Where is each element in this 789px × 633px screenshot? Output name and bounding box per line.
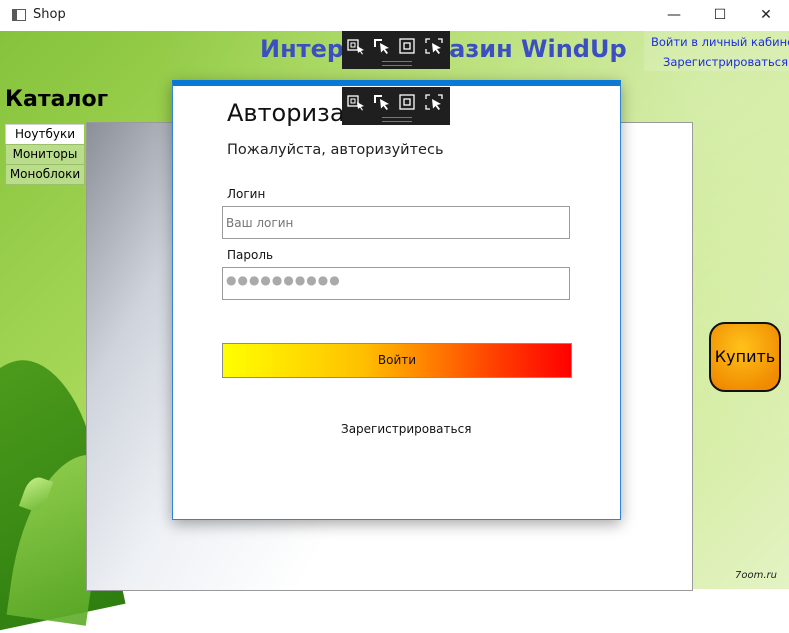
window-title: Shop [33,7,66,22]
login-label: Логин [227,187,266,201]
password-input[interactable]: ●●●●●●●●●● [222,267,570,300]
layout-adorners-icon[interactable] [398,93,418,111]
dialog-subtitle: Пожалуйста, авторизуйтесь [227,142,444,158]
watermark: 7oom.ru [735,570,777,581]
design-toolbar [342,31,450,69]
account-login-link[interactable]: Войти в личный кабинет [651,35,789,49]
select-cursor-icon[interactable] [372,93,392,111]
toolbar-drag-handle[interactable] [382,117,412,122]
layout-adorners-icon[interactable] [398,37,418,55]
login-submit-button[interactable]: Войти [222,343,572,378]
tab-notebooks[interactable]: Ноутбуки [5,124,84,145]
select-element-icon[interactable] [346,37,366,55]
toolbar-drag-handle[interactable] [382,61,412,66]
login-dialog: Авторизация Пожалуйста, авторизуйтесь Ло… [172,80,621,520]
select-element-icon[interactable] [346,93,366,111]
track-focus-icon[interactable] [424,37,444,55]
maximize-button[interactable]: ☐ [697,0,743,31]
catalog-title: Каталог [5,87,109,112]
buy-button[interactable]: Купить [709,322,781,392]
window-titlebar: Shop — ☐ ✕ [0,0,789,32]
dialog-register-link[interactable]: Зарегистрироваться [341,422,471,436]
login-input[interactable] [222,206,570,239]
app-window-icon [12,9,26,21]
minimize-button[interactable]: — [651,0,697,31]
select-cursor-icon[interactable] [372,37,392,55]
design-toolbar [342,87,450,125]
password-label: Пароль [227,248,274,262]
tab-all-in-one[interactable]: Моноблоки [5,164,85,185]
track-focus-icon[interactable] [424,93,444,111]
header-register-link[interactable]: Зарегистрироваться [663,55,788,69]
close-button[interactable]: ✕ [743,0,789,31]
tab-monitors[interactable]: Мониторы [5,144,85,165]
